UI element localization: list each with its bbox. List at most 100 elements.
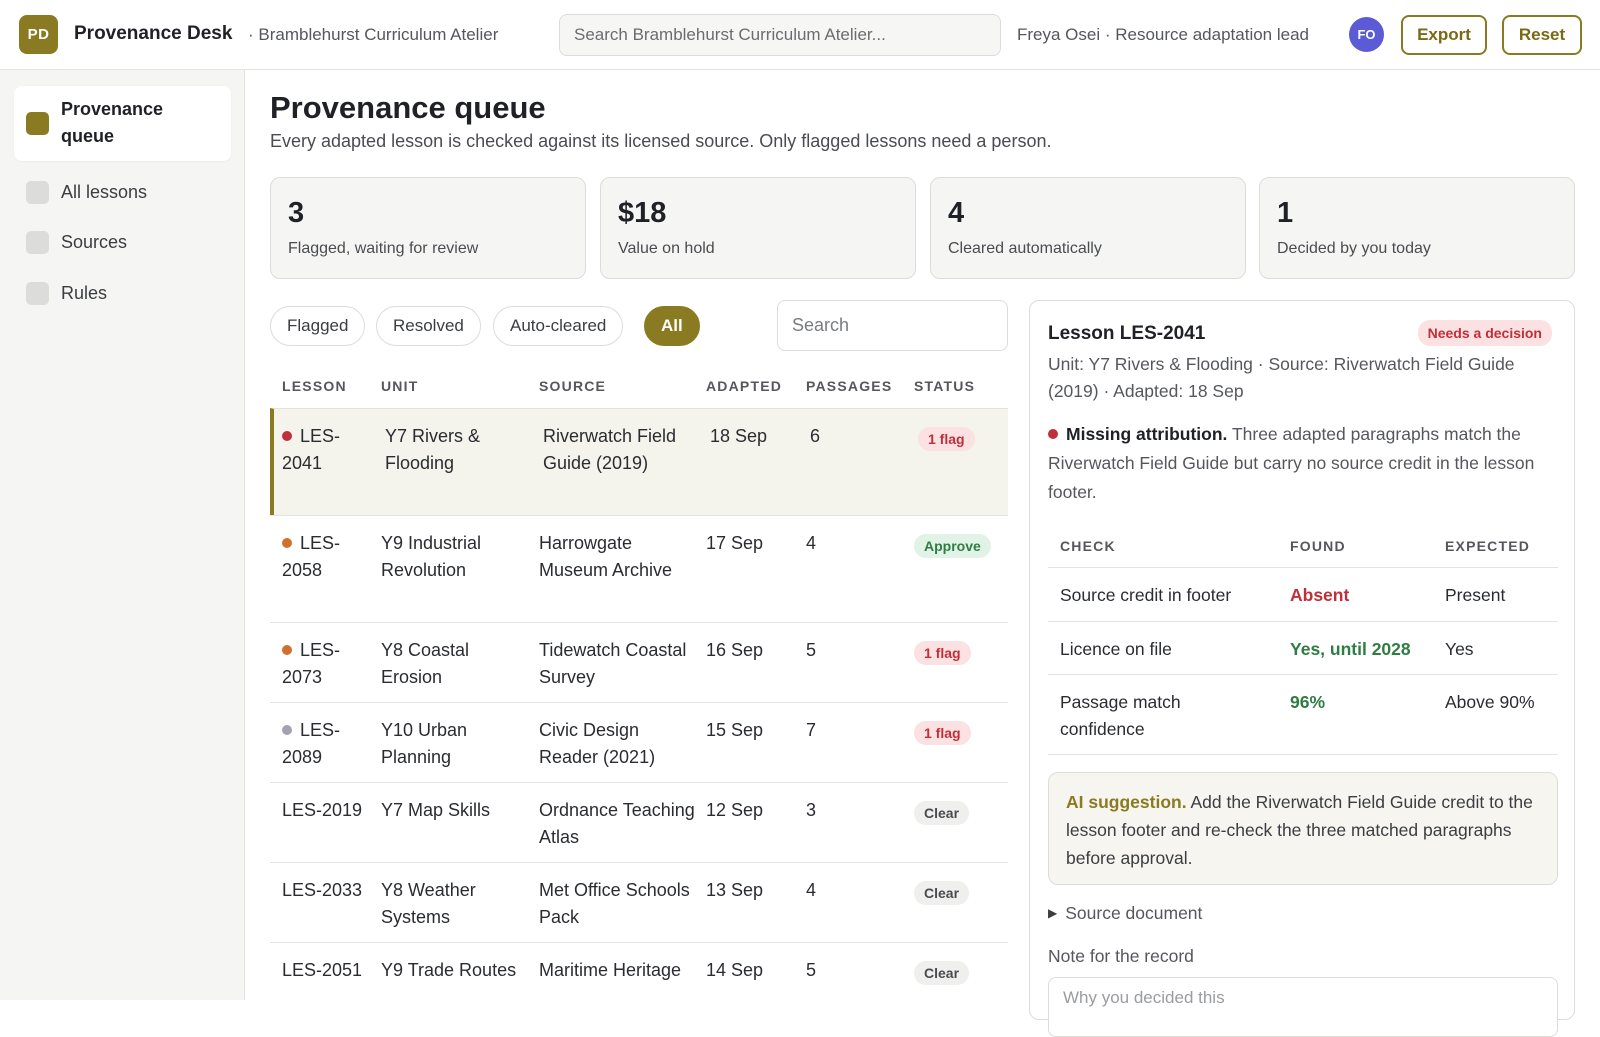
rules-icon [26,282,49,305]
page-title: Provenance queue [270,90,546,125]
lesson-source: Met Office Schools Pack [539,880,690,927]
status-badge: 1 flag [914,719,971,746]
user-label: Freya Osei · Resource adaptation lead [1017,25,1309,44]
lesson-source: Tidewatch Coastal Survey [539,640,687,687]
sidebar-item-provenance-queue[interactable]: Provenance queue [14,86,231,161]
check-name: Source credit in footer [1060,585,1232,605]
column-header-source[interactable]: SOURCE [539,378,606,394]
table-row[interactable]: LES-2051 Y9 Trade Routes Maritime Herita… [270,942,1008,1022]
status-badge: Clear [914,959,970,986]
column-header-adapted[interactable]: ADAPTED [706,378,782,394]
page-subtitle: Every adapted lesson is checked against … [270,131,1052,151]
ai-suggestion-title: AI suggestion. [1066,792,1187,812]
lesson-adapted: 17 Sep [706,533,764,553]
sidebar-item-label: Rules [61,283,108,303]
stat-value: 4 [948,197,965,229]
column-header-check: CHECK [1060,538,1116,554]
sources-icon [26,231,49,254]
table-row[interactable]: LES-2033 Y8 Weather Systems Met Office S… [270,862,1008,942]
lesson-id: LES-2051 [282,960,363,980]
note-label: Note for the record [1048,946,1194,966]
lesson-adapted: 14 Sep [706,960,764,980]
export-button[interactable]: Export [1401,15,1487,55]
column-header-status[interactable]: STATUS [914,378,975,394]
lesson-id: LES-2033 [282,880,363,900]
top-bar: PD Provenance Desk · Bramblehurst Curric… [0,0,1600,70]
source-document-toggle[interactable]: ▶ Source document [1048,903,1202,924]
app-logo: PD [19,15,58,54]
column-header-unit[interactable]: UNIT [381,378,418,394]
table-row[interactable]: LES-2058 Y9 Industrial Revolution Harrow… [270,515,1008,622]
lesson-adapted: 15 Sep [706,720,764,740]
table-search-input[interactable] [777,300,1008,351]
lesson-unit: Y7 Rivers & Flooding [385,426,481,473]
column-header-found: FOUND [1290,538,1346,554]
lesson-id: LES-2089 [282,720,341,767]
stat-card-cleared: 4 Cleared automatically [930,177,1246,279]
sidebar-item-all-lessons[interactable]: All lessons [14,173,231,213]
status-dot [282,538,292,548]
lesson-source: Civic Design Reader (2021) [539,720,656,767]
lesson-passages: 6 [810,426,821,446]
check-found: Yes, until 2028 [1290,639,1411,659]
disclosure-triangle-icon: ▶ [1048,906,1058,920]
status-dot [282,431,292,441]
lesson-unit: Y7 Map Skills [381,800,491,820]
filter-flagged[interactable]: Flagged [270,306,366,346]
status-dot [282,645,292,655]
check-expected: Yes [1445,639,1474,659]
status-badge: Clear [914,799,970,826]
reset-button[interactable]: Reset [1502,15,1582,55]
issue-title: Missing attribution. [1066,424,1228,444]
avatar[interactable]: FO [1349,17,1384,52]
check-name: Passage match confidence [1060,692,1181,739]
table-row[interactable]: LES-2073 Y8 Coastal Erosion Tidewatch Co… [270,622,1008,702]
stat-card-decided: 1 Decided by you today [1259,177,1575,279]
sidebar-item-label: Provenance queue [61,99,164,146]
check-name: Licence on file [1060,639,1172,659]
sidebar-item-rules[interactable]: Rules [14,274,231,314]
table-row[interactable]: LES-2041 Y7 Rivers & Flooding Riverwatch… [270,408,1008,515]
detail-title: Lesson LES-2041 [1048,323,1206,344]
table-row[interactable]: LES-2089 Y10 Urban Planning Civic Design… [270,702,1008,782]
sidebar-item-label: Sources [61,232,128,252]
status-badge: Approve [914,532,991,559]
sidebar-item-sources[interactable]: Sources [14,223,231,263]
sidebar: Provenance queue All lessons Sources Rul… [0,70,245,1000]
lesson-passages: 4 [806,880,817,900]
decision-badge: Needs a decision [1417,320,1552,346]
ai-suggestion: AI suggestion. Add the Riverwatch Field … [1048,772,1558,885]
stat-value: 1 [1277,197,1294,229]
lesson-passages: 4 [806,533,817,553]
checks-table: CHECK FOUND EXPECTED Source credit in fo… [1048,523,1558,755]
filter-auto-cleared[interactable]: Auto-cleared [493,306,624,346]
issue-summary: Missing attribution. Three adapted parag… [1048,420,1558,507]
check-row: Passage match confidence 96% Above 90% [1048,675,1558,755]
lesson-passages: 5 [806,640,817,660]
lesson-table: LESSON UNIT SOURCE ADAPTED PASSAGES STAT… [270,364,1008,985]
note-input[interactable] [1048,977,1558,1037]
table-row[interactable]: LES-2019 Y7 Map Skills Ordnance Teaching… [270,782,1008,862]
stat-card-flagged: 3 Flagged, waiting for review [270,177,586,279]
check-expected: Above 90% [1445,692,1535,712]
workspace-name: · Bramblehurst Curriculum Atelier [248,25,499,44]
filter-resolved[interactable]: Resolved [376,306,481,346]
check-row: Source credit in footer Absent Present [1048,568,1558,622]
app-name: Provenance Desk [74,23,233,44]
detail-meta: Unit: Y7 Rivers & Flooding · Source: Riv… [1048,354,1515,401]
column-header-lesson[interactable]: LESSON [282,378,347,394]
check-found: 96% [1290,692,1326,712]
lesson-unit: Y9 Trade Routes [381,960,517,980]
lesson-source: Ordnance Teaching Atlas [539,800,695,847]
status-badge: Clear [914,879,970,906]
global-search-input[interactable] [559,14,1001,56]
status-badge: 1 flag [914,639,971,666]
stat-value: $18 [618,197,667,229]
lesson-source: Maritime Heritage [539,960,682,980]
filter-all[interactable]: All [644,306,700,346]
column-header-passages[interactable]: PASSAGES [806,378,892,394]
stat-label: Value on hold [618,240,715,257]
lessons-icon [26,181,49,204]
lesson-id: LES-2058 [282,533,341,580]
lesson-unit: Y10 Urban Planning [381,720,468,767]
